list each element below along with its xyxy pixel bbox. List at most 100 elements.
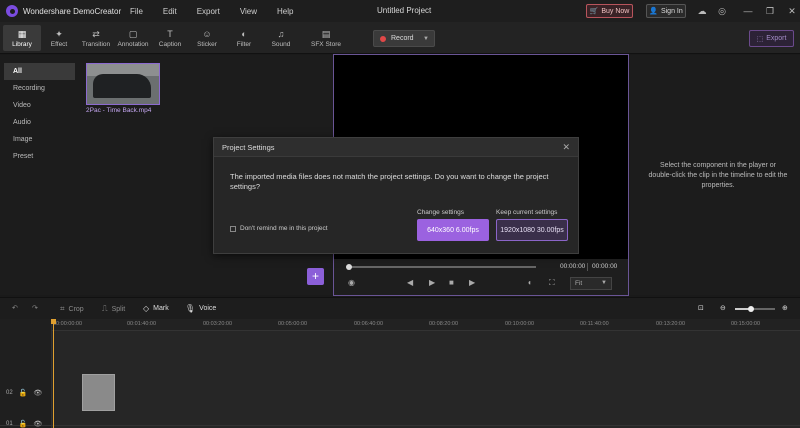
dialog-header: Project Settings — [214, 138, 578, 157]
zoom-slider[interactable] — [735, 306, 775, 312]
lock-icon[interactable]: 🔓 — [19, 389, 28, 397]
microphone-icon: 🎙 — [185, 304, 196, 313]
tool-sfx-store[interactable]: ▤ SFX Store — [307, 25, 345, 51]
cloud-icon[interactable]: ☁ — [696, 5, 708, 17]
tool-sticker[interactable]: ☺ Sticker — [188, 25, 226, 51]
eye-icon[interactable]: 👁 — [33, 389, 42, 397]
tool-sound-label: Sound — [271, 40, 291, 48]
playback-progress[interactable] — [346, 264, 536, 270]
ruler-label: 00:05:00:00 — [278, 321, 308, 327]
play-icon[interactable]: ▶ — [429, 278, 435, 287]
volume-icon[interactable]: ◖ — [527, 278, 532, 287]
export-label: Export — [766, 35, 787, 42]
menu-bar: File Edit Export View Help — [130, 0, 313, 22]
tool-library-label: Library — [12, 40, 32, 48]
tool-annotation[interactable]: ▢ Annotation — [114, 25, 152, 51]
keep-settings-button[interactable]: 1920x1080 30.00fps — [496, 219, 568, 241]
menu-help[interactable]: Help — [277, 7, 293, 16]
tool-caption[interactable]: T Caption — [151, 25, 189, 51]
close-icon[interactable]: ✕ — [786, 5, 798, 17]
checkbox-box[interactable] — [230, 225, 236, 232]
sidebar-item-image[interactable]: Image — [0, 131, 80, 148]
maximize-icon[interactable]: ❐ — [764, 5, 776, 17]
document-title: Untitled Project — [377, 6, 432, 15]
track-number: 02 — [6, 390, 13, 396]
mark-icon: ◇ — [143, 304, 150, 313]
app-logo-icon — [6, 5, 18, 17]
sfx-store-icon: ▤ — [321, 28, 331, 39]
tool-effect-label: Effect — [50, 40, 68, 48]
menu-view[interactable]: View — [240, 7, 257, 16]
add-media-button[interactable]: + — [307, 268, 324, 285]
export-button[interactable]: ⬚ Export — [749, 30, 794, 47]
fit-timeline-icon[interactable]: ⊡ — [698, 304, 704, 312]
redo-icon[interactable]: ↷ — [32, 304, 38, 312]
timeline-clip[interactable] — [82, 374, 115, 411]
timeline-toolbar: ↶ ↷ ⌗ Crop ⎍ Split ◇ Mark 🎙 Voice ⊡ ⊖ ⊕ — [0, 297, 800, 319]
sidebar-item-video[interactable]: Video — [0, 97, 80, 114]
zoom-in-icon[interactable]: ⊕ — [782, 304, 788, 312]
timeline-ruler[interactable]: 00:00:00:00 00:01:40:00 00:03:20:00 00:0… — [52, 319, 800, 331]
filter-icon: ◐ — [241, 28, 247, 39]
playback-knob[interactable] — [346, 264, 352, 270]
app-name: Wondershare DemoCreator — [23, 6, 122, 16]
zoom-out-icon[interactable]: ⊖ — [720, 304, 726, 312]
tool-effect[interactable]: ✦ Effect — [40, 25, 78, 51]
eye-icon[interactable]: 👁 — [33, 420, 42, 428]
properties-hint: Select the component in the player or do… — [648, 162, 788, 189]
menu-file[interactable]: File — [130, 7, 143, 16]
zoom-slider-knob[interactable] — [748, 306, 754, 312]
title-bar: Wondershare DemoCreator File Edit Export… — [0, 0, 800, 22]
menu-export[interactable]: Export — [197, 7, 220, 16]
tool-sound[interactable]: ♫ Sound — [262, 25, 300, 51]
tool-library[interactable]: ▦ Library — [3, 25, 41, 51]
sidebar-item-all[interactable]: All — [4, 63, 75, 80]
dont-remind-checkbox[interactable]: Don't remind me in this project — [230, 225, 328, 232]
export-icon: ⬚ — [756, 35, 764, 43]
chevron-down-icon[interactable]: ▼ — [423, 36, 429, 42]
fit-select[interactable]: Fit ▼ — [570, 277, 612, 290]
record-button[interactable]: Record ▼ — [373, 30, 435, 47]
media-clip-name: 2Pac - Time Back.mp4 — [86, 107, 152, 114]
record-label: Record — [391, 35, 414, 42]
snapshot-icon[interactable]: ◉ — [348, 278, 355, 287]
keep-settings-label: Keep current settings — [496, 209, 558, 216]
stop-icon[interactable]: ■ — [449, 278, 454, 287]
caption-icon: T — [167, 28, 173, 39]
crop-button[interactable]: ⌗ Crop — [60, 304, 84, 314]
close-icon[interactable]: ✕ — [562, 142, 570, 153]
library-sidebar: All Recording Video Audio Image Preset — [0, 55, 80, 295]
undo-icon[interactable]: ↶ — [12, 304, 18, 312]
tool-transition[interactable]: ⇄ Transition — [77, 25, 115, 51]
sidebar-item-audio[interactable]: Audio — [0, 114, 80, 131]
fullscreen-icon[interactable]: ⛶ — [549, 278, 555, 288]
mark-label: Mark — [153, 305, 169, 312]
sidebar-item-recording[interactable]: Recording — [0, 80, 80, 97]
previous-frame-icon[interactable]: ◀ — [407, 278, 413, 287]
lock-icon[interactable]: 🔓 — [19, 420, 28, 428]
headset-icon[interactable]: ◎ — [716, 5, 728, 17]
playhead[interactable] — [53, 320, 54, 428]
timeline-tracks[interactable] — [52, 331, 800, 428]
user-icon: 👤 — [649, 8, 658, 15]
menu-edit[interactable]: Edit — [163, 7, 177, 16]
ruler-label: 00:08:20:00 — [429, 321, 459, 327]
time-separator — [587, 263, 588, 271]
next-frame-icon[interactable]: ▶ — [469, 278, 475, 287]
media-thumbnail[interactable] — [86, 63, 160, 105]
sidebar-item-preset[interactable]: Preset — [0, 148, 80, 165]
checkbox-label: Don't remind me in this project — [240, 225, 328, 232]
voice-button[interactable]: 🎙 Voice — [185, 304, 216, 313]
mark-button[interactable]: ◇ Mark — [143, 304, 169, 313]
split-button[interactable]: ⎍ Split — [102, 304, 125, 314]
tool-transition-label: Transition — [81, 40, 111, 48]
ruler-label: 00:00:00:00 — [53, 321, 83, 327]
change-settings-button[interactable]: 640x360 6.00fps — [417, 219, 489, 241]
ruler-label: 00:03:20:00 — [203, 321, 233, 327]
minimize-icon[interactable]: — — [742, 5, 754, 17]
tool-annotation-label: Annotation — [117, 40, 149, 48]
sign-in-button[interactable]: 👤 Sign In — [646, 4, 686, 18]
buy-now-button[interactable]: 🛒 Buy Now — [586, 4, 633, 18]
tool-filter[interactable]: ◐ Filter — [225, 25, 263, 51]
ruler-label: 00:01:40:00 — [127, 321, 157, 327]
